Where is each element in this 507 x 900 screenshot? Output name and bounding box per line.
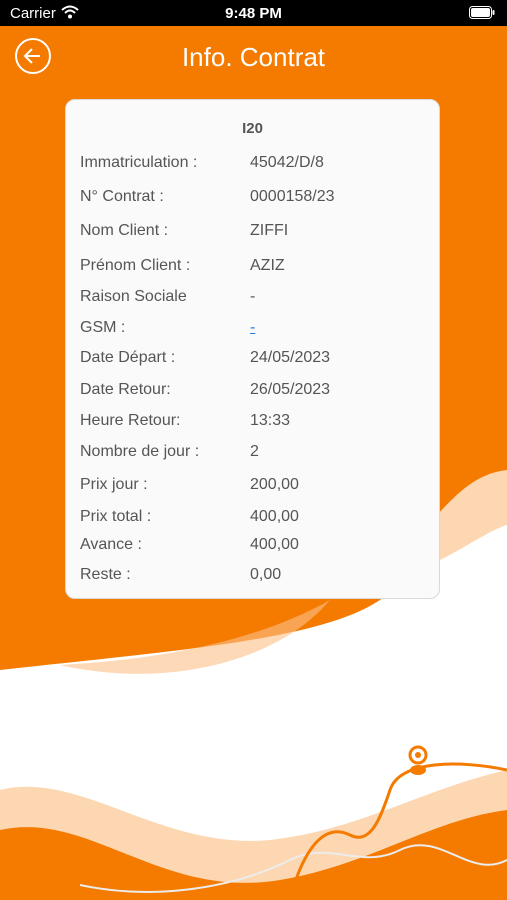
row-nom-client: Nom Client : ZIFFI	[80, 222, 429, 244]
row-immatriculation: Immatriculation : 45042/D/8	[80, 154, 429, 176]
row-value: 0,00	[250, 566, 282, 583]
row-date-retour: Date Retour: 26/05/2023	[80, 381, 429, 403]
row-prix-total: Prix total : 400,00	[80, 508, 429, 530]
row-label: GSM :	[80, 319, 126, 336]
row-contrat: N° Contrat : 0000158/23	[80, 188, 429, 210]
row-value: 13:33	[250, 412, 291, 429]
gsm-link[interactable]: -	[250, 319, 255, 337]
row-value: -	[250, 288, 256, 305]
row-label: Reste :	[80, 566, 131, 583]
row-heure-retour: Heure Retour: 13:33	[80, 412, 429, 434]
row-nombre-jour: Nombre de jour : 2	[80, 443, 429, 465]
status-bar: Carrier 9:48 PM	[0, 0, 507, 26]
contract-card: I20 Immatriculation : 45042/D/8 N° Contr…	[65, 99, 440, 599]
row-value: 24/05/2023	[250, 349, 331, 366]
row-label: N° Contrat :	[80, 188, 164, 205]
row-avance: Avance : 400,00	[80, 536, 429, 558]
row-label: Date Départ :	[80, 349, 176, 366]
vehicle-model: I20	[242, 120, 263, 137]
row-value: ZIFFI	[250, 222, 289, 239]
row-value: 400,00	[250, 536, 299, 553]
row-label: Immatriculation :	[80, 154, 198, 171]
row-value: 400,00	[250, 508, 299, 525]
row-reste: Reste : 0,00	[80, 566, 429, 588]
page-title: Info. Contrat	[181, 42, 326, 72]
row-label: Heure Retour:	[80, 412, 181, 429]
row-value: 2	[250, 443, 259, 460]
row-label: Prix total :	[80, 508, 152, 525]
row-prix-jour: Prix jour : 200,00	[80, 476, 429, 498]
battery-icon	[469, 6, 495, 23]
row-label: Prix jour :	[80, 476, 148, 493]
status-time: 9:48 PM	[225, 5, 282, 22]
row-label: Avance :	[80, 536, 142, 553]
row-value: 0000158/23	[250, 188, 335, 205]
row-label: Nombre de jour :	[80, 443, 200, 460]
row-date-depart: Date Départ : 24/05/2023	[80, 349, 429, 371]
row-label: Prénom Client :	[80, 257, 191, 274]
row-gsm: GSM : -	[80, 319, 429, 341]
row-value: 26/05/2023	[250, 381, 331, 398]
location-pin-icon	[408, 745, 428, 775]
row-label: Date Retour:	[80, 381, 171, 398]
row-value: 45042/D/8	[250, 154, 324, 171]
row-raison-sociale: Raison Sociale -	[80, 288, 429, 310]
row-value: AZIZ	[250, 257, 285, 274]
row-value: 200,00	[250, 476, 299, 493]
row-label: Nom Client :	[80, 222, 169, 239]
row-label: Raison Sociale	[80, 288, 187, 305]
row-prenom-client: Prénom Client : AZIZ	[80, 257, 429, 279]
